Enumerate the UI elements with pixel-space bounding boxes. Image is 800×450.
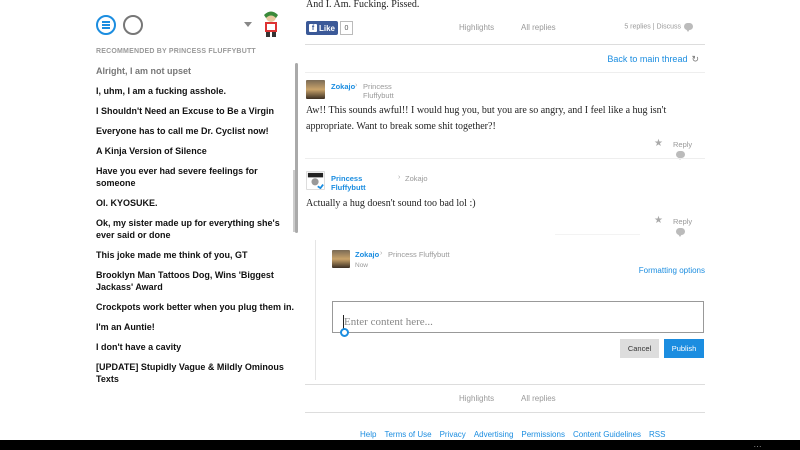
divider xyxy=(305,412,705,413)
recommended-item[interactable]: Everyone has to call me Dr. Cyclist now! xyxy=(96,125,296,137)
comment-bubble-icon xyxy=(676,227,685,237)
comment-author[interactable]: Zokajo xyxy=(331,82,355,91)
notifications-icon[interactable] xyxy=(123,15,143,35)
tab-highlights[interactable]: Highlights xyxy=(459,23,494,32)
bottom-tab-highlights[interactable]: Highlights xyxy=(459,394,494,403)
publish-button[interactable]: Publish xyxy=(664,339,704,358)
footer-link[interactable]: Advertising xyxy=(474,430,514,439)
bottom-tab-all-replies[interactable]: All replies xyxy=(521,394,556,403)
footer-link[interactable]: Content Guidelines xyxy=(573,430,641,439)
reply-arrow-icon: › xyxy=(355,82,358,89)
recommended-item[interactable]: [UPDATE] Stupidly Vague & Mildly Ominous… xyxy=(96,361,296,385)
thread-indent-bar xyxy=(293,170,295,232)
composer-timestamp: Now xyxy=(355,262,369,269)
sidebar-top-bar xyxy=(94,10,294,40)
divider xyxy=(555,234,640,235)
star-icon[interactable]: ★ xyxy=(654,215,663,226)
composer-author: Zokajo xyxy=(355,250,380,259)
recommended-item[interactable]: Ol. KYOSUKE. xyxy=(96,197,296,209)
reply-button[interactable]: Reply xyxy=(673,217,693,237)
star-icon[interactable]: ★ xyxy=(654,138,663,149)
recommended-item[interactable]: Brooklyn Man Tattoos Dog, Wins 'Biggest … xyxy=(96,269,296,293)
footer-link[interactable]: Terms of Use xyxy=(384,430,431,439)
formatting-options-link[interactable]: Formatting options xyxy=(639,266,705,275)
composer-reply-to: Princess Fluffybutt xyxy=(388,250,450,259)
taskbar xyxy=(0,440,800,450)
recommended-item[interactable]: A Kinja Version of Silence xyxy=(96,145,296,157)
footer-link[interactable]: Privacy xyxy=(440,430,466,439)
divider xyxy=(305,384,705,385)
divider xyxy=(305,158,705,159)
divider xyxy=(305,72,705,73)
parent-post-text: And I. Am. Fucking. Pissed. xyxy=(306,0,420,10)
reply-button[interactable]: Reply xyxy=(673,140,693,160)
recommended-item[interactable]: Crockpots work better when you plug them… xyxy=(96,301,296,313)
back-label: Back to main thread xyxy=(607,54,688,64)
more-options-icon[interactable]: ... xyxy=(754,443,762,449)
reply-label: Reply xyxy=(673,217,693,226)
recommended-item[interactable]: I Shouldn't Need an Excuse to Be a Virgi… xyxy=(96,105,296,117)
comment-reply-to[interactable]: Zokajo xyxy=(405,174,428,183)
replies-discuss-link[interactable]: 5 replies | Discuss xyxy=(624,23,693,32)
divider xyxy=(305,44,705,45)
recommended-list: Alright, I am not upset I, uhm, I am a fu… xyxy=(96,65,296,393)
cancel-button[interactable]: Cancel xyxy=(620,339,659,358)
reply-label: Reply xyxy=(673,140,693,149)
recommended-item[interactable]: I'm an Auntie! xyxy=(96,321,296,333)
facebook-icon: f xyxy=(309,24,317,32)
footer-links: Help Terms of Use Privacy Advertising Permis… xyxy=(360,430,665,439)
avatar xyxy=(332,250,350,268)
chevron-down-icon[interactable] xyxy=(244,22,252,27)
menu-icon[interactable] xyxy=(96,15,116,35)
avatar[interactable] xyxy=(306,80,325,99)
like-count: 0 xyxy=(340,21,353,35)
comment-body: Aw!! This sounds awful!! I would hug you… xyxy=(306,105,667,132)
comment-author[interactable]: Princess Fluffybutt xyxy=(331,174,366,192)
tab-all-replies[interactable]: All replies xyxy=(521,23,556,32)
sidebar: RECOMMENDED BY PRINCESS FLUFFYBUTT Alrig… xyxy=(0,0,300,440)
back-to-main-thread-link[interactable]: Back to main thread ↻ xyxy=(607,54,699,65)
reply-editor[interactable]: Enter content here... xyxy=(332,301,704,333)
user-avatar[interactable] xyxy=(260,10,282,38)
comment-bubble-icon xyxy=(676,150,685,160)
comment-reply-to[interactable]: Princess Fluffybutt xyxy=(363,82,394,100)
thread-indent-bar xyxy=(315,240,316,380)
reply-arrow-icon: › xyxy=(380,250,383,257)
like-label: Like xyxy=(319,23,336,33)
refresh-icon[interactable]: ↻ xyxy=(691,54,699,65)
recommended-item[interactable]: Alright, I am not upset xyxy=(96,65,296,77)
recommended-item[interactable]: I don't have a cavity xyxy=(96,341,296,353)
recommended-heading: RECOMMENDED BY PRINCESS FLUFFYBUTT xyxy=(96,48,256,55)
selection-handle[interactable] xyxy=(340,328,349,337)
recommended-item[interactable]: This joke made me think of you, GT xyxy=(96,249,296,261)
reply-arrow-icon: › xyxy=(398,174,401,181)
comment-bubble-icon xyxy=(684,23,693,32)
recommended-item[interactable]: I, uhm, I am a fucking asshole. xyxy=(96,85,296,97)
replies-discuss-label: 5 replies | Discuss xyxy=(624,23,681,31)
footer-link[interactable]: RSS xyxy=(649,430,665,439)
editor-placeholder: Enter content here... xyxy=(344,316,433,328)
facebook-like-button[interactable]: f Like xyxy=(306,21,338,35)
avatar[interactable] xyxy=(306,171,325,190)
footer-link[interactable]: Permissions xyxy=(521,430,565,439)
footer-link[interactable]: Help xyxy=(360,430,376,439)
sidebar-scrollbar[interactable] xyxy=(295,63,298,233)
recommended-item[interactable]: Ok, my sister made up for everything she… xyxy=(96,217,296,241)
thread-panel: And I. Am. Fucking. Pissed. f Like 0 Hig… xyxy=(293,0,705,440)
comment-body: Actually a hug doesn't sound too bad lol… xyxy=(306,198,476,209)
recommended-item[interactable]: Have you ever had severe feelings for so… xyxy=(96,165,296,189)
